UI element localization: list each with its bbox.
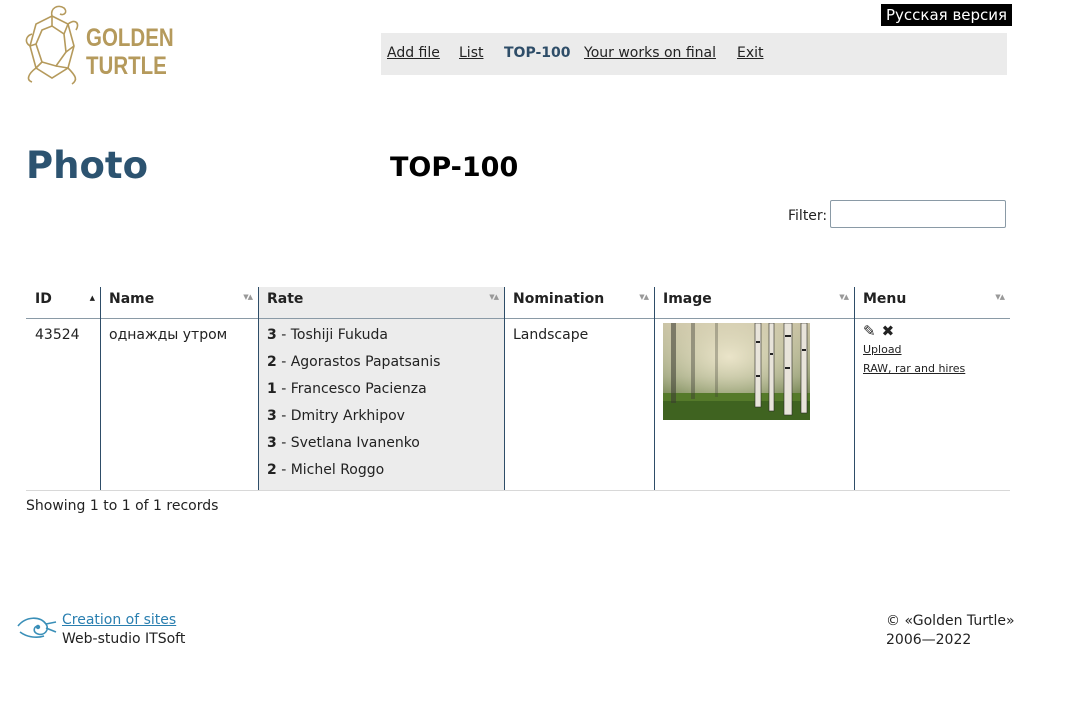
cell-menu: ✎ ✖ Upload RAW, rar and hires xyxy=(854,319,1010,490)
sort-both-icon: ▼▲ xyxy=(243,293,253,301)
nav-your-works-on-final[interactable]: Your works on final xyxy=(584,45,716,61)
rate-entry: 1 - Francesco Pacienza xyxy=(267,381,427,397)
column-divider xyxy=(504,287,505,491)
rate-juror: Toshiji Fukuda xyxy=(290,327,388,343)
pencil-icon[interactable]: ✎ xyxy=(863,322,876,340)
cell-nomination: Landscape xyxy=(513,327,589,343)
nav-top-100[interactable]: TOP-100 xyxy=(504,45,571,61)
logo-text-turtle: TURTLE xyxy=(86,52,167,80)
column-header-name[interactable]: Name ▼▲ xyxy=(100,287,258,319)
column-header-image[interactable]: Image ▼▲ xyxy=(654,287,854,319)
cell-id: 43524 xyxy=(35,327,80,343)
rate-juror: Francesco Pacienza xyxy=(290,381,427,397)
filter-input[interactable] xyxy=(830,200,1006,228)
golden-turtle-logo[interactable]: GOLDEN TURTLE xyxy=(24,4,174,88)
page-title: TOP-100 xyxy=(390,152,519,183)
section-title: Photo xyxy=(26,144,148,187)
column-header-label: ID xyxy=(35,291,52,307)
rate-score: 3 xyxy=(267,408,277,424)
footer-credits: Creation of sites Web-studio ITSoft xyxy=(16,612,185,647)
upload-link[interactable]: Upload xyxy=(863,340,1001,359)
rate-juror: Agorastos Papatsanis xyxy=(290,354,441,370)
rate-score: 1 xyxy=(267,381,277,397)
column-header-menu[interactable]: Menu ▼▲ xyxy=(854,287,1010,319)
column-header-label: Rate xyxy=(267,291,304,307)
rate-entry: 3 - Svetlana Ivanenko xyxy=(267,435,420,451)
nav-list[interactable]: List xyxy=(459,45,483,61)
column-divider xyxy=(258,287,259,491)
cell-name: однажды утром xyxy=(109,327,228,343)
studio-name: Web-studio ITSoft xyxy=(62,631,186,647)
column-divider xyxy=(100,287,101,491)
sort-asc-icon: ▲ xyxy=(89,294,95,302)
records-info: Showing 1 to 1 of 1 records xyxy=(26,498,219,514)
table-bottom-border xyxy=(26,490,1010,491)
rate-entry: 2 - Michel Roggo xyxy=(267,462,385,478)
rate-entry: 3 - Dmitry Arkhipov xyxy=(267,408,405,424)
logo-text-golden: GOLDEN xyxy=(86,24,174,52)
close-icon[interactable]: ✖ xyxy=(882,322,895,340)
column-header-label: Image xyxy=(663,291,712,307)
rate-entry: 3 - Toshiji Fukuda xyxy=(267,327,388,343)
column-divider xyxy=(654,287,655,491)
cell-rate: 3 - Toshiji Fukuda 2 - Agorastos Papatsa… xyxy=(258,319,504,490)
rate-score: 3 xyxy=(267,435,277,451)
column-header-nomination[interactable]: Nomination ▼▲ xyxy=(504,287,654,319)
cell-image xyxy=(654,319,854,490)
rate-juror: Michel Roggo xyxy=(290,462,385,478)
itsoft-logo-icon[interactable] xyxy=(16,612,58,642)
sort-both-icon: ▼▲ xyxy=(489,293,499,301)
photo-thumbnail[interactable] xyxy=(663,323,810,420)
sort-both-icon: ▼▲ xyxy=(839,293,849,301)
rate-juror: Dmitry Arkhipov xyxy=(290,408,405,424)
turtle-logo-icon xyxy=(25,5,79,85)
copyright-line: © «Golden Turtle» xyxy=(886,613,1015,629)
copyright-years: 2006—2022 xyxy=(886,632,972,648)
column-header-label: Name xyxy=(109,291,155,307)
sort-both-icon: ▼▲ xyxy=(639,293,649,301)
rate-score: 3 xyxy=(267,327,277,343)
column-header-label: Nomination xyxy=(513,291,605,307)
filter-label: Filter: xyxy=(788,208,828,224)
sort-both-icon: ▼▲ xyxy=(995,293,1005,301)
nav-add-file[interactable]: Add file xyxy=(387,45,440,61)
top-navigation: Add file List TOP-100 Your works on fina… xyxy=(381,33,1007,75)
raw-upload-link[interactable]: RAW, rar and hires xyxy=(863,359,1001,378)
column-header-rate[interactable]: Rate ▼▲ xyxy=(258,287,504,319)
rate-score: 2 xyxy=(267,462,277,478)
rate-juror: Svetlana Ivanenko xyxy=(290,435,420,451)
column-divider xyxy=(854,287,855,491)
creation-of-sites-link[interactable]: Creation of sites xyxy=(62,612,176,628)
nav-exit[interactable]: Exit xyxy=(737,45,764,61)
rate-score: 2 xyxy=(267,354,277,370)
footer-copyright: © «Golden Turtle» 2006—2022 xyxy=(886,612,1015,650)
language-switch-button[interactable]: Русская версия xyxy=(881,4,1013,26)
results-table: ID ▲ Name ▼▲ Rate ▼▲ Nomination ▼▲ Image… xyxy=(26,287,1010,491)
column-header-id[interactable]: ID ▲ xyxy=(26,287,100,319)
rate-entry: 2 - Agorastos Papatsanis xyxy=(267,354,441,370)
column-header-label: Menu xyxy=(863,291,907,307)
